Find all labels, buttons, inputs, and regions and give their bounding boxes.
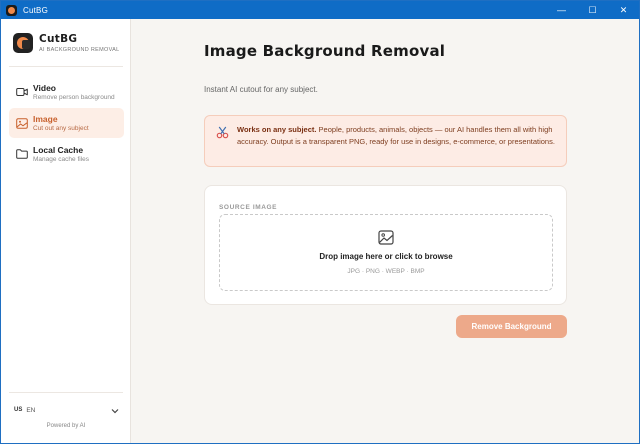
info-callout: Works on any subject. People, products, … [204, 115, 567, 167]
window-title: CutBG [23, 5, 49, 15]
maximize-button[interactable]: ☐ [577, 1, 608, 19]
source-image-label: SOURCE IMAGE [219, 204, 278, 211]
sidebar-item-description: Remove person background [33, 93, 115, 101]
sidebar: CutBG AI BACKGROUND REMOVAL Video Remove… [1, 19, 131, 443]
page-title: Image Background Removal [204, 42, 446, 60]
info-text: Works on any subject. People, products, … [237, 124, 557, 148]
title-bar[interactable]: CutBG — ☐ ✕ [1, 1, 639, 19]
sidebar-divider [9, 66, 123, 67]
sidebar-item-description: Cut out any subject [33, 124, 89, 132]
app-logo-icon [6, 4, 17, 16]
scissors-icon [216, 126, 229, 144]
main-content: Image Background Removal Instant AI cuto… [132, 19, 639, 443]
brand-name: CutBG [39, 32, 78, 45]
video-camera-icon [14, 87, 30, 97]
language-selector[interactable]: US EN [14, 404, 119, 416]
folder-icon [14, 149, 30, 159]
brand-subtitle: AI BACKGROUND REMOVAL [39, 46, 120, 53]
supported-formats: JPG · PNG · WEBP · BMP [347, 268, 425, 275]
powered-by-footer: Powered by AI [46, 423, 86, 429]
minimize-button[interactable]: — [546, 1, 577, 19]
window-controls: — ☐ ✕ [546, 1, 639, 19]
sidebar-item-local-cache[interactable]: Local Cache Manage cache files [9, 139, 124, 169]
remove-background-button[interactable]: Remove Background [456, 315, 567, 338]
brand-logo-icon [13, 33, 33, 53]
sidebar-divider [9, 392, 123, 393]
image-dropzone[interactable]: Drop image here or click to browse JPG ·… [219, 214, 553, 291]
dropzone-prompt: Drop image here or click to browse [319, 252, 453, 261]
sidebar-item-image[interactable]: Image Cut out any subject [9, 108, 124, 138]
app-window: CutBG — ☐ ✕ CutBG AI BACKGROUND REMOVAL … [0, 0, 640, 444]
upload-card: SOURCE IMAGE Drop image here or click to… [204, 185, 567, 305]
sidebar-item-label: Image [33, 113, 58, 124]
image-placeholder-icon [378, 230, 394, 250]
brand: CutBG AI BACKGROUND REMOVAL [13, 33, 119, 53]
language-code: EN [26, 406, 36, 414]
info-bold: Works on any subject. [237, 125, 317, 134]
page-subtitle: Instant AI cutout for any subject. [204, 85, 318, 94]
sidebar-item-video[interactable]: Video Remove person background [9, 77, 124, 107]
sidebar-item-label: Video [33, 82, 56, 93]
flag-icon: US [14, 407, 23, 413]
sidebar-item-label: Local Cache [33, 144, 84, 155]
sidebar-item-description: Manage cache files [33, 155, 90, 163]
image-icon [14, 117, 30, 129]
close-button[interactable]: ✕ [608, 1, 639, 19]
chevron-down-icon [111, 401, 119, 419]
